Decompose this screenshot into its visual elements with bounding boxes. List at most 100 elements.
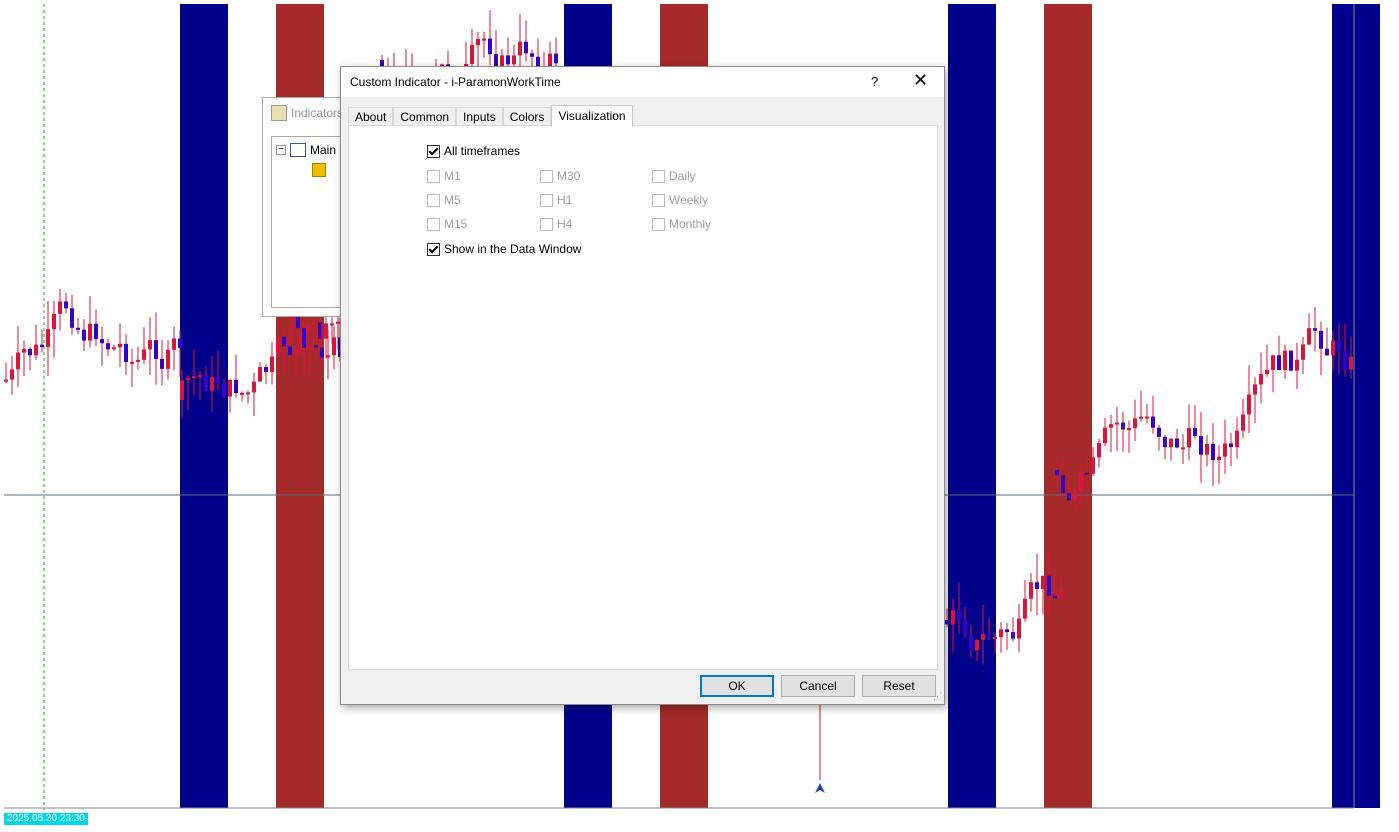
timeframe-checkbox-m30[interactable]: M30 — [540, 169, 580, 183]
candle-body — [314, 345, 318, 348]
candle-body — [246, 392, 250, 395]
candle-body — [1343, 350, 1347, 370]
candle-body — [1097, 443, 1101, 458]
timeframe-checkbox-m1[interactable]: M1 — [427, 169, 461, 183]
show-data-window-checkbox[interactable]: Show in the Data Window — [427, 242, 581, 256]
ok-button[interactable]: OK — [700, 675, 774, 697]
tab-inputs[interactable]: Inputs — [456, 107, 503, 127]
resize-grip-icon[interactable]: ⋰ — [933, 691, 942, 702]
candle-body — [142, 349, 146, 360]
cancel-button[interactable]: Cancel — [781, 675, 855, 697]
candle-body — [945, 620, 949, 625]
candle-body — [10, 369, 14, 380]
timeframe-checkbox-m15[interactable]: M15 — [427, 217, 467, 231]
candle-body — [4, 379, 8, 382]
candle-body — [112, 347, 116, 350]
collapse-icon[interactable]: − — [276, 145, 286, 155]
timeframe-checkbox-h1[interactable]: H1 — [540, 193, 572, 207]
tab-visualization[interactable]: Visualization — [551, 105, 633, 127]
visualization-panel: All timeframes M1 M30 Daily M5 H1 Weekly M15 H4… — [348, 125, 938, 670]
candle-body — [172, 338, 176, 350]
candle-body — [1253, 384, 1257, 395]
candle-body — [1247, 394, 1251, 415]
candle-body — [186, 377, 190, 381]
candle-body — [506, 55, 510, 65]
session-band-blue — [948, 4, 996, 808]
candle-body — [1017, 618, 1021, 639]
candle-body — [1283, 350, 1287, 370]
timeframe-checkbox-m5[interactable]: M5 — [427, 193, 461, 207]
candle-body — [1331, 340, 1335, 356]
candle-body — [1127, 428, 1131, 431]
timeframe-label: H4 — [557, 217, 573, 231]
candle-body — [326, 355, 330, 358]
timeframe-label: M15 — [444, 217, 468, 231]
candle-body — [969, 634, 973, 651]
checkbox-disabled-icon[interactable] — [540, 217, 553, 231]
candle-body — [1205, 443, 1209, 455]
dialog-titlebar[interactable]: Custom Indicator - i-ParamonWorkTime ? ✕ — [341, 67, 944, 97]
candle-body — [1139, 416, 1143, 419]
tab-about[interactable]: About — [348, 107, 394, 127]
candle-body — [1073, 490, 1077, 501]
checkbox-disabled-icon[interactable] — [540, 169, 553, 183]
candle-body — [1029, 582, 1033, 599]
timeframe-checkbox-monthly[interactable]: Monthly — [652, 217, 711, 231]
tab-colors[interactable]: Colors — [502, 107, 552, 127]
candle-body — [306, 324, 310, 333]
candle-body — [524, 41, 528, 54]
candle-body — [1163, 436, 1167, 448]
candle-body — [76, 327, 80, 330]
checkbox-disabled-icon[interactable] — [427, 193, 440, 207]
indicators-list-icon — [271, 105, 287, 121]
candle-body — [118, 343, 122, 348]
candle-body — [308, 345, 312, 348]
timeframe-checkbox-daily[interactable]: Daily — [652, 169, 696, 183]
candle-body — [1121, 422, 1125, 430]
candle-body — [1085, 472, 1089, 475]
candle-body — [1091, 457, 1095, 474]
candle-body — [981, 633, 985, 641]
candle-body — [518, 41, 522, 56]
candle-body — [999, 629, 1003, 638]
candle-body — [1133, 418, 1137, 429]
checkbox-disabled-icon[interactable] — [652, 193, 665, 207]
candle-body — [318, 322, 322, 339]
timeframe-label: Weekly — [669, 193, 709, 207]
candle-body — [1023, 598, 1027, 619]
candle-body — [332, 337, 336, 356]
candle-body — [1041, 575, 1045, 590]
close-icon[interactable]: ✕ — [913, 71, 928, 89]
checkbox-disabled-icon[interactable] — [427, 217, 440, 231]
reset-button[interactable]: Reset — [862, 675, 936, 697]
all-timeframes-checkbox[interactable]: All timeframes — [427, 144, 520, 158]
timeframe-checkbox-weekly[interactable]: Weekly — [652, 193, 708, 207]
checkbox-disabled-icon[interactable] — [652, 169, 665, 183]
checkbox-checked-icon[interactable] — [427, 144, 440, 158]
candle-body — [1053, 595, 1057, 599]
candle-body — [52, 313, 56, 330]
tree-item-main[interactable]: Main — [310, 143, 336, 157]
candle-body — [1169, 438, 1173, 448]
candle-body — [1307, 328, 1311, 345]
checkbox-disabled-icon[interactable] — [427, 169, 440, 183]
help-button[interactable]: ? — [871, 74, 878, 89]
candle-body — [312, 322, 316, 325]
timeframe-label: M1 — [444, 169, 461, 183]
custom-indicator-icon[interactable] — [312, 163, 326, 177]
candle-body — [148, 340, 152, 350]
candle-body — [1337, 340, 1341, 351]
tab-common[interactable]: Common — [393, 107, 457, 127]
candle-body — [216, 376, 220, 384]
candle-body — [270, 356, 274, 373]
checkbox-disabled-icon[interactable] — [540, 193, 553, 207]
candle-body — [180, 380, 184, 400]
timeframe-checkbox-h4[interactable]: H4 — [540, 217, 572, 231]
checkbox-checked-icon[interactable] — [427, 242, 440, 256]
candle-body — [1109, 424, 1113, 428]
candle-body — [1061, 475, 1065, 494]
checkbox-disabled-icon[interactable] — [652, 217, 665, 231]
chart-date-label: 2025.05.30 23:30 — [4, 813, 88, 825]
candle-body — [488, 38, 492, 55]
tab-strip: About Common Inputs Colors Visualization — [348, 105, 633, 127]
